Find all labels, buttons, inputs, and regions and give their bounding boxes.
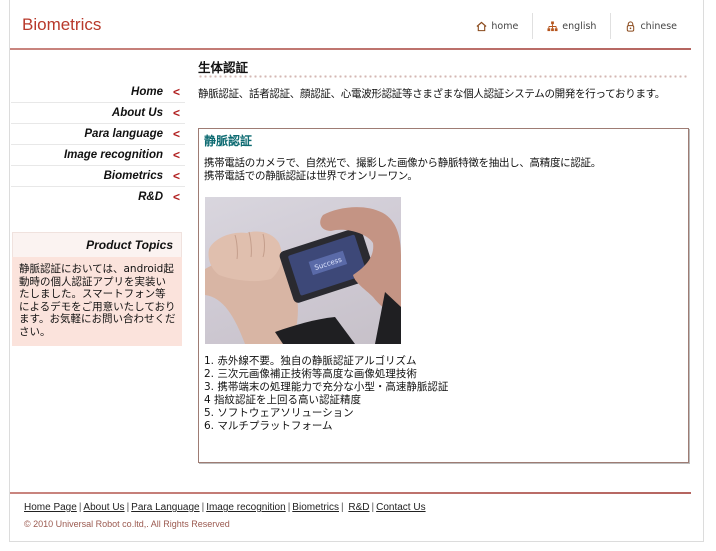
- description-line: 携帯電話での静脈認証は世界でオンリーワン。: [204, 169, 418, 182]
- section-description: 携帯電話のカメラで、自然光で、撮影した画像から静脈特徴を抽出し、高精度に認証。 …: [204, 157, 601, 182]
- feature-item: 2. 三次元画像補正技術等高度な画像処理技術: [204, 368, 417, 380]
- vein-scan-photo: Success: [205, 197, 401, 344]
- footer-link-image-recognition[interactable]: Image recognition: [206, 502, 286, 513]
- sidebar-item-para-language[interactable]: Para language <: [11, 124, 185, 145]
- topnav-chinese[interactable]: chinese: [610, 13, 691, 39]
- footer-link-contact-us[interactable]: Contact Us: [376, 502, 425, 513]
- chevron-left-icon: <: [173, 127, 181, 141]
- footer-divider: [10, 492, 691, 494]
- product-topics-body: 静脈認証においては、android起動時の個人認証アプリを実装いたしました。スマ…: [12, 257, 182, 346]
- description-line: 携帯電話のカメラで、自然光で、撮影した画像から静脈特徴を抽出し、高精度に認証。: [204, 157, 601, 169]
- footer-link-home-page[interactable]: Home Page: [24, 502, 77, 513]
- vein-auth-section: 静脈認証 携帯電話のカメラで、自然光で、撮影した画像から静脈特徴を抽出し、高精度…: [198, 128, 689, 463]
- chevron-left-icon: <: [173, 85, 181, 99]
- chevron-left-icon: <: [173, 148, 181, 162]
- chevron-left-icon: <: [173, 169, 181, 183]
- sidebar-item-rd[interactable]: R&D <: [11, 187, 185, 207]
- footer-link-about-us[interactable]: About Us: [83, 502, 124, 513]
- product-topics-title: Product Topics: [12, 232, 182, 257]
- footer-separator: |: [340, 502, 344, 513]
- top-navigation: home english chinese: [462, 12, 691, 40]
- sidebar-item-label: Home: [131, 86, 163, 98]
- sidebar-nav: Home < About Us < Para language < Image …: [11, 82, 185, 207]
- footer-link-biometrics[interactable]: Biometrics: [292, 502, 339, 513]
- topnav-home-label: home: [491, 20, 519, 32]
- lock-icon: [625, 20, 636, 32]
- topnav-home[interactable]: home: [462, 13, 532, 39]
- sidebar-item-label: About Us: [111, 107, 163, 119]
- sidebar-item-label: Biometrics: [103, 170, 163, 182]
- sidebar-item-home[interactable]: Home <: [11, 82, 185, 103]
- intro-text: 静脈認証、話者認証、顔認証、心電波形認証等さまざまな個人認証システムの開発を行っ…: [198, 88, 665, 100]
- page-title: 生体認証: [198, 60, 249, 75]
- feature-item: 1. 赤外線不要。独自の静脈認証アルゴリズム: [204, 355, 417, 367]
- chevron-left-icon: <: [173, 190, 181, 204]
- topnav-english[interactable]: english: [532, 13, 610, 39]
- sidebar-item-label: Para language: [84, 128, 163, 140]
- chevron-left-icon: <: [173, 106, 181, 120]
- copyright-text: © 2010 Universal Robot co.ltd,. All Righ…: [24, 519, 230, 529]
- feature-item: 6. マルチプラットフォーム: [204, 420, 333, 432]
- sidebar-item-about-us[interactable]: About Us <: [11, 103, 185, 124]
- home-icon: [476, 21, 487, 32]
- site-logo[interactable]: Biometrics: [22, 15, 101, 35]
- sidebar-item-label: R&D: [138, 191, 163, 203]
- feature-item: 4 指紋認証を上回る高い認証精度: [204, 394, 362, 406]
- photo-illustration: Success: [205, 207, 401, 344]
- footer-link-rd[interactable]: R&D: [348, 502, 369, 513]
- sitemap-icon: [547, 20, 558, 32]
- topnav-chinese-label: chinese: [640, 20, 677, 32]
- product-topics-panel: Product Topics 静脈認証においては、android起動時の個人認証…: [12, 232, 182, 346]
- section-title: 静脈認証: [204, 134, 253, 148]
- header-divider: [10, 48, 691, 50]
- feature-item: 3. 携帯端末の処理能力で充分な小型・高速静脈認証: [204, 381, 449, 393]
- feature-item: 5. ソフトウェアソリューション: [204, 407, 354, 419]
- topnav-english-label: english: [562, 20, 597, 32]
- sidebar-item-biometrics[interactable]: Biometrics <: [11, 166, 185, 187]
- sidebar-item-image-recognition[interactable]: Image recognition <: [11, 145, 185, 166]
- footer-links: Home Page | About Us | Para Language | Image r…: [24, 502, 426, 513]
- sidebar-item-label: Image recognition: [63, 149, 163, 161]
- dotted-divider: [198, 75, 688, 78]
- feature-list: 1. 赤外線不要。独自の静脈認証アルゴリズム 2. 三次元画像補正技術等高度な画…: [204, 355, 448, 433]
- page-container: Biometrics home english chinese Home < A…: [9, 0, 704, 542]
- footer-link-para-language[interactable]: Para Language: [131, 502, 199, 513]
